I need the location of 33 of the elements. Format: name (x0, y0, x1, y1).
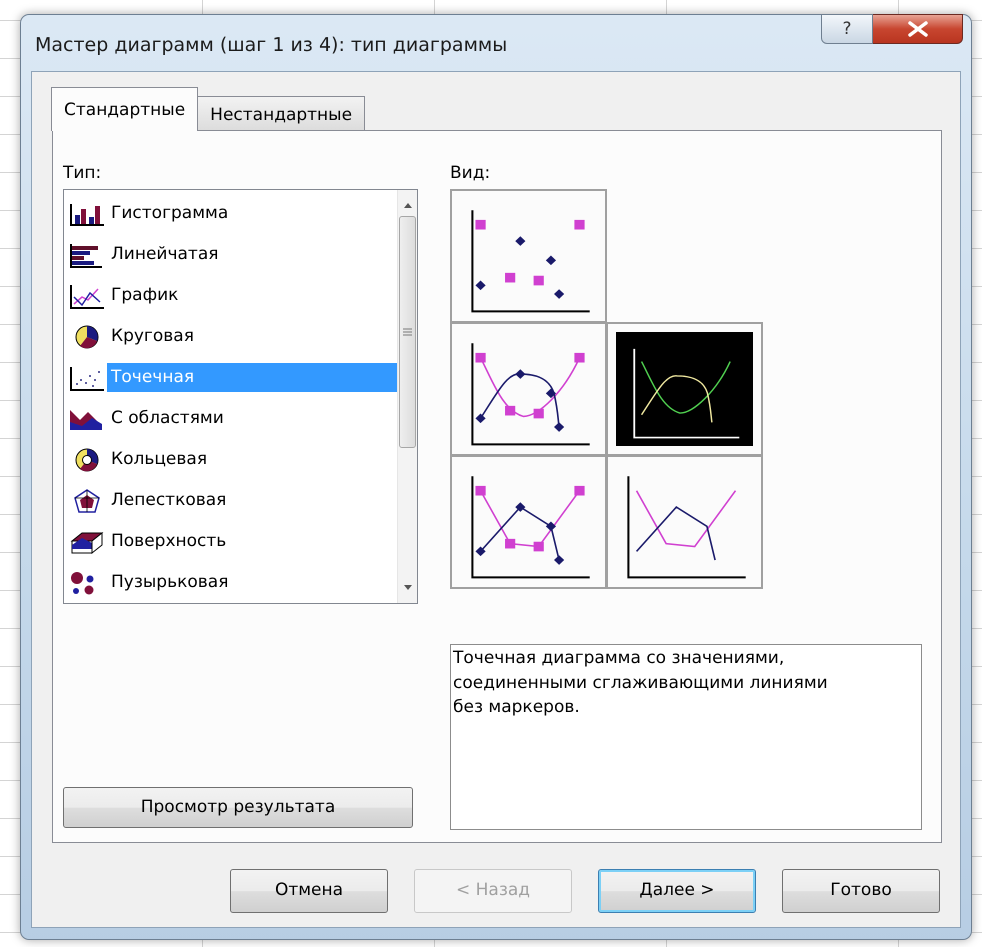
tab[interactable]: Нестандартные (197, 96, 366, 130)
help-button[interactable]: ? (821, 14, 873, 44)
scrollbar[interactable] (397, 190, 417, 603)
list-item[interactable]: С областями (107, 404, 397, 434)
dialog-button[interactable]: Готово (782, 869, 940, 913)
description-text: Точечная диаграмма со значениями, соединенными сглаживающими линиями без маркеров. (450, 644, 922, 830)
list-item[interactable]: Линейчатая (107, 240, 397, 270)
list-item[interactable]: Пузырьковая (107, 568, 397, 598)
chart-subtype-option[interactable] (606, 455, 763, 589)
dialog-button[interactable]: Отмена (230, 869, 388, 913)
tab[interactable]: Стандартные (51, 87, 198, 131)
list-item[interactable]: Поверхность (107, 526, 397, 556)
preview-button[interactable]: Просмотр результата (63, 787, 413, 828)
grip-icon (403, 328, 412, 336)
list-item[interactable]: Круговая (107, 322, 397, 352)
type-label: Тип: (63, 162, 102, 183)
window-title: Мастер диаграмм (шаг 1 из 4): тип диаграммы (35, 33, 508, 58)
chart-subtype-option[interactable] (450, 189, 607, 323)
scatter-chart-icon (67, 364, 107, 390)
list-item[interactable]: Гистограмма (107, 198, 397, 228)
dialog-button[interactable]: Далее > (598, 869, 756, 913)
scatter-preview-icon (616, 332, 753, 446)
list-item[interactable]: Лепестковая (107, 486, 397, 516)
chart-subtype-option[interactable] (450, 455, 607, 589)
chart-subtype-option[interactable] (606, 322, 763, 456)
list-item[interactable]: Кольцевая (107, 444, 397, 474)
close-button[interactable] (873, 14, 963, 44)
close-icon (906, 21, 928, 37)
chart-subtype-option[interactable] (450, 322, 607, 456)
subtype-label: Вид: (450, 162, 492, 183)
list-item[interactable]: График (107, 280, 397, 310)
line-chart-icon (67, 282, 107, 308)
scroll-thumb[interactable] (399, 216, 416, 448)
